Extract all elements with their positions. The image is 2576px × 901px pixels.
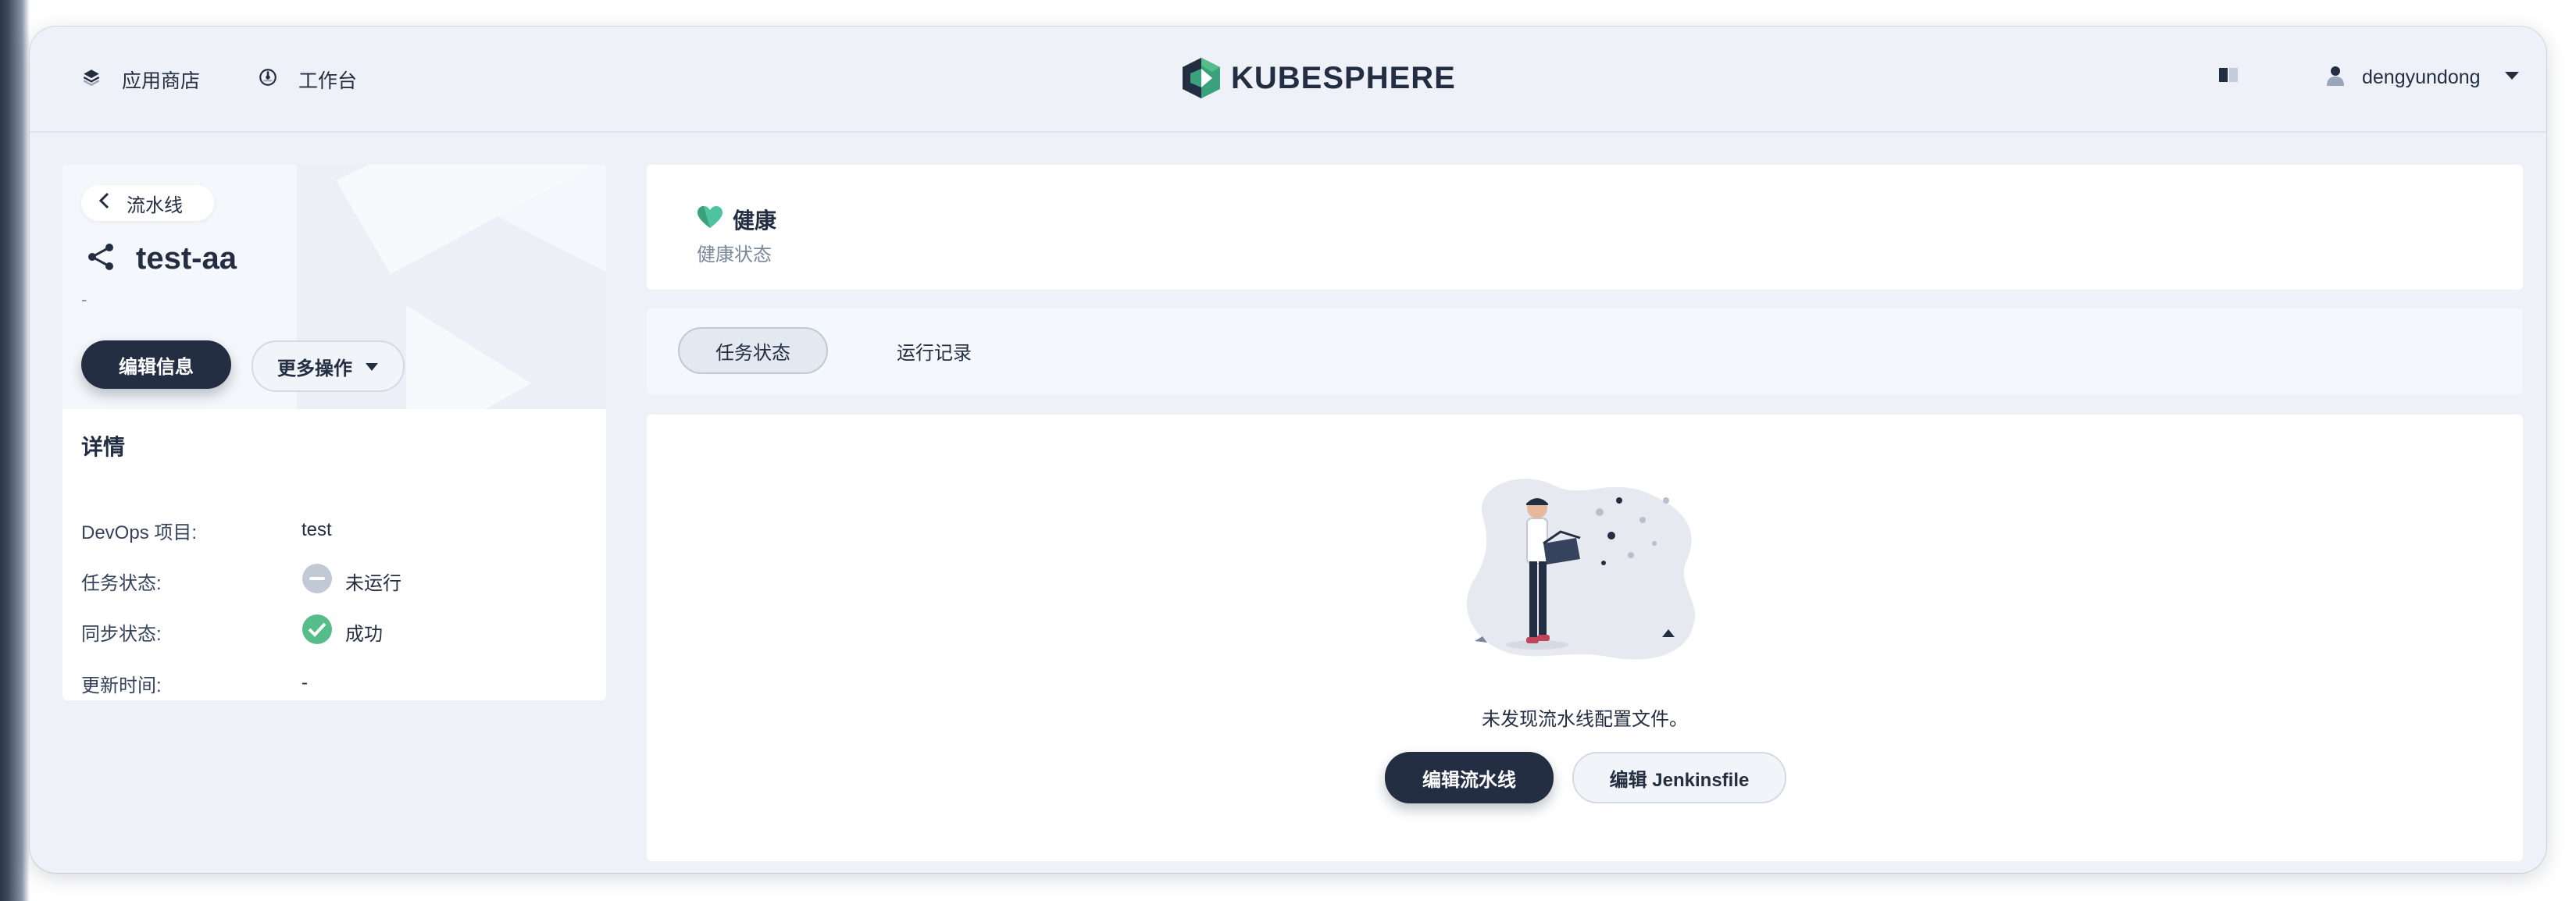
edit-jenkinsfile-button[interactable]: 编辑 Jenkinsfile [1572, 752, 1786, 803]
detail-devops-project: DevOps 项目: test [81, 515, 332, 546]
detail-label: 任务状态: [81, 572, 162, 594]
detail-task-status: 任务状态: 未运行 [81, 563, 401, 600]
nav-workbench-label: 工作台 [298, 70, 358, 92]
health-title: 健康 [697, 204, 776, 235]
chevron-left-icon [98, 192, 109, 215]
detail-value: 成功 [345, 623, 383, 645]
empty-state-illustration [1467, 479, 1696, 660]
detail-label: DevOps 项目: [81, 522, 198, 543]
pipeline-header: 流水线 test-aa - 编辑信息 更多操作 [62, 165, 606, 409]
tabs-bar: 任务状态 运行记录 [647, 308, 2523, 394]
back-label: 流水线 [127, 194, 183, 216]
health-subtitle: 健康状态 [697, 244, 772, 265]
logo-text: KUBESPHERE [1231, 60, 1456, 95]
more-actions-label: 更多操作 [277, 358, 352, 379]
back-to-pipelines[interactable]: 流水线 [81, 185, 214, 221]
details-title: 详情 [81, 435, 126, 459]
edit-info-button[interactable]: 编辑信息 [81, 340, 231, 389]
pipeline-title-row: test-aa [86, 241, 237, 276]
detail-value: test [301, 519, 332, 540]
heart-icon [697, 205, 723, 234]
user-name: dengyundong [2362, 66, 2481, 88]
tab-task-status[interactable]: 任务状态 [678, 327, 828, 374]
nav-workbench[interactable]: 工作台 [258, 66, 357, 94]
user-menu[interactable]: dengyundong [2326, 66, 2520, 90]
kubesphere-logo[interactable]: KUBESPHERE [1181, 56, 1456, 100]
tab-run-records[interactable]: 运行记录 [856, 327, 1012, 374]
detail-update-time: 更新时间: - [81, 668, 308, 699]
docs-button[interactable] [2218, 66, 2239, 88]
edit-pipeline-button[interactable]: 编辑流水线 [1385, 752, 1554, 803]
detail-value: - [301, 672, 308, 693]
book-icon [2218, 66, 2239, 88]
pipeline-info-card: 流水线 test-aa - 编辑信息 更多操作 详情 DevOps 项目: te… [62, 165, 606, 700]
detail-value: 未运行 [345, 572, 401, 594]
pipeline-description: - [81, 290, 87, 309]
dashboard-icon [258, 67, 278, 93]
detail-sync-status: 同步状态: 成功 [81, 614, 383, 650]
nav-app-store[interactable]: 应用商店 [81, 66, 200, 94]
not-running-icon [301, 563, 333, 600]
task-status-panel: 未发现流水线配置文件。 编辑流水线 编辑 Jenkinsfile [647, 415, 2523, 861]
top-header: 应用商店 工作台 KUBESPHERE dengyundong [30, 27, 2546, 133]
caret-down-icon [365, 355, 379, 377]
background-desktop-strip [0, 0, 30, 901]
user-icon [2326, 66, 2345, 90]
health-title-text: 健康 [733, 208, 777, 233]
detail-label: 同步状态: [81, 623, 162, 645]
more-actions-button[interactable]: 更多操作 [252, 340, 405, 392]
pipeline-icon [86, 241, 117, 276]
empty-message: 未发现流水线配置文件。 [1482, 709, 1688, 730]
success-check-icon [301, 614, 333, 650]
app-window: 应用商店 工作台 KUBESPHERE dengyundong 流水线 test… [30, 27, 2546, 873]
pipeline-title: test-aa [136, 241, 237, 276]
health-panel: 健康 健康状态 [647, 165, 2523, 290]
nav-app-store-label: 应用商店 [122, 70, 201, 92]
layers-icon [81, 67, 102, 93]
chevron-down-icon [2504, 70, 2520, 85]
kubesphere-logo-icon [1183, 58, 1220, 98]
detail-label: 更新时间: [81, 675, 162, 696]
